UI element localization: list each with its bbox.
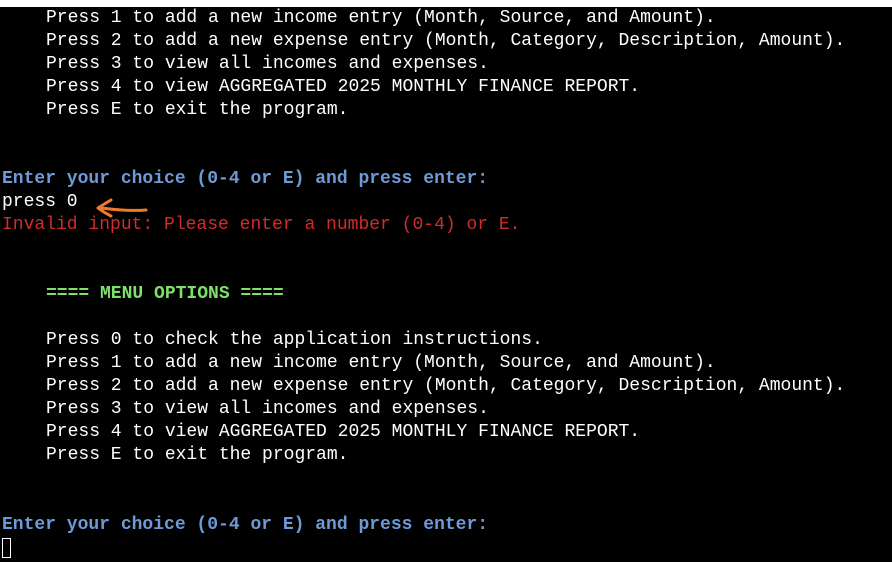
- choice-prompt: Enter your choice (0-4 or E) and press e…: [2, 515, 489, 535]
- menu-item-4: Press 4 to view AGGREGATED 2025 MONTHLY …: [46, 422, 641, 442]
- error-message: Invalid input: Please enter a number (0-…: [2, 215, 521, 235]
- menu-item-4: Press 4 to view AGGREGATED 2025 MONTHLY …: [46, 77, 641, 97]
- menu-item-exit: Press E to exit the program.: [46, 100, 349, 120]
- menu-item-2: Press 2 to add a new expense entry (Mont…: [46, 31, 846, 51]
- menu-item-1: Press 1 to add a new income entry (Month…: [46, 353, 716, 373]
- menu-item-2: Press 2 to add a new expense entry (Mont…: [46, 376, 846, 396]
- menu-item-0: Press 0 to check the application instruc…: [46, 330, 543, 350]
- menu-item-3: Press 3 to view all incomes and expenses…: [46, 54, 489, 74]
- terminal-cursor[interactable]: [2, 538, 11, 558]
- user-input-line: press 0: [2, 192, 78, 212]
- terminal-window[interactable]: Press 1 to add a new income entry (Month…: [0, 7, 892, 562]
- menu-options-header: ==== MENU OPTIONS ====: [46, 284, 284, 304]
- choice-prompt: Enter your choice (0-4 or E) and press e…: [2, 169, 489, 189]
- menu-item-3: Press 3 to view all incomes and expenses…: [46, 399, 489, 419]
- menu-item-exit: Press E to exit the program.: [46, 445, 349, 465]
- menu-item-1: Press 1 to add a new income entry (Month…: [46, 8, 716, 28]
